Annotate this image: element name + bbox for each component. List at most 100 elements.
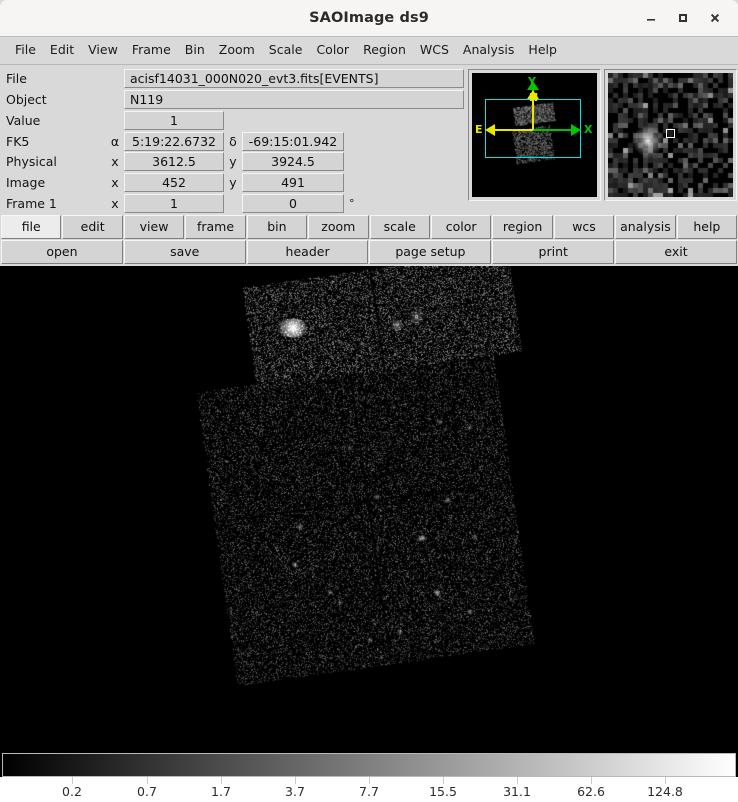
toolbar-button-analysis[interactable]: analysis [615,215,676,239]
info-row-fk5: FK5 α 5:19:22.6732 δ -69:15:01.942 [6,131,466,151]
colorbar-tick-label-1: 0.7 [137,784,157,799]
colorbar-tick-6 [517,777,518,784]
pixel-value[interactable]: 1 [124,110,224,130]
physical-label: Physical [6,154,57,170]
colorbar-area[interactable]: 0.2 0.7 1.7 3.7 7.7 15.5 31.1 62.6 124.8 [0,746,738,802]
wcs-system-label: FK5 [6,133,30,149]
menu-region[interactable]: Region [356,41,413,60]
image-display-area[interactable] [0,266,738,746]
menu-zoom[interactable]: Zoom [212,41,262,60]
toolbar-button-zoom[interactable]: zoom [308,215,369,239]
toolbar-button-scale[interactable]: scale [369,215,430,239]
title-bar: SAOImage ds9 [0,0,738,37]
action-button-exit[interactable]: exit [615,240,737,264]
frame-zoom-value[interactable]: 1 [124,193,224,213]
menu-bar: File Edit View Frame Bin Zoom Scale Colo… [0,37,738,65]
magnifier-panel[interactable] [604,69,737,201]
colorbar-tick-3 [295,777,296,784]
menu-color[interactable]: Color [309,41,356,60]
window-title: SAOImage ds9 [309,10,429,26]
colorbar-tick-label-5: 15.5 [429,784,457,799]
toolbar-button-frame[interactable]: frame [185,215,246,239]
menu-scale[interactable]: Scale [262,41,310,60]
physical-x-symbol: x [111,154,119,170]
toolbar-button-view[interactable]: view [123,215,185,239]
panner-east-line [495,129,533,131]
toolbar-button-color[interactable]: color [430,215,492,239]
alpha-symbol: α [110,133,120,149]
frame-label: Frame 1 [6,195,57,211]
colorbar-tick-2 [221,777,222,784]
toolbar-button-file[interactable]: file [1,215,62,239]
toolbar-categories: file edit view frame bin zoom scale colo… [0,213,738,240]
magnifier-canvas[interactable] [608,73,733,197]
dec-value[interactable]: -69:15:01.942 [242,131,344,151]
menu-wcs[interactable]: WCS [413,41,456,60]
degree-unit: ° [349,196,355,210]
action-button-save[interactable]: save [123,240,246,264]
menu-file[interactable]: File [8,41,43,60]
value-label: Value [6,112,41,128]
menu-edit[interactable]: Edit [43,41,81,60]
menu-bin[interactable]: Bin [178,41,212,60]
colorbar-gradient[interactable] [2,753,736,777]
physical-y-value[interactable]: 3924.5 [242,152,344,172]
panner-panel[interactable]: X Y E N [468,69,601,201]
colorbar-tick-5 [443,777,444,784]
colorbar-ticks [0,777,738,784]
toolbar-button-edit[interactable]: edit [62,215,123,239]
panner-x-label: X [584,123,593,136]
frame-zoom-symbol: x [111,195,119,211]
colorbar-tick-8 [665,777,666,784]
info-row-frame: Frame 1 x 1 0 ° [6,193,466,213]
panner-canvas[interactable]: X Y E N [472,73,597,197]
maximize-button[interactable] [668,5,698,31]
info-fields: File acisf14031_000N020_evt3.fits[EVENTS… [0,69,466,213]
panner-magnifier-group: X Y E N [468,69,737,201]
colorbar-tick-label-2: 1.7 [211,784,231,799]
menu-frame[interactable]: Frame [125,41,178,60]
toolbar-button-region[interactable]: region [492,215,553,239]
frame-angle-value[interactable]: 0 [242,193,344,213]
file-value[interactable]: acisf14031_000N020_evt3.fits[EVENTS] [124,69,464,89]
window-controls [636,5,730,31]
ds9-window: SAOImage ds9 File Edit View Frame Bin Zo… [0,0,738,802]
info-row-value: Value 1 [6,110,466,130]
colorbar-tick-label-4: 7.7 [359,784,379,799]
ra-value[interactable]: 5:19:22.6732 [124,131,224,151]
minimize-button[interactable] [636,5,666,31]
action-button-page-setup[interactable]: page setup [369,240,492,264]
colorbar-labels: 0.2 0.7 1.7 3.7 7.7 15.5 31.1 62.6 124.8 [0,784,738,802]
menu-analysis[interactable]: Analysis [456,41,522,60]
info-panel: File acisf14031_000N020_evt3.fits[EVENTS… [0,65,738,213]
action-button-open[interactable]: open [1,240,123,264]
info-row-physical: Physical x 3612.5 y 3924.5 [6,152,466,172]
toolbar-button-bin[interactable]: bin [246,215,308,239]
close-icon [709,12,721,24]
menu-view[interactable]: View [81,41,125,60]
action-button-header[interactable]: header [246,240,369,264]
action-button-print[interactable]: print [492,240,615,264]
magnifier-cursor-box [666,129,675,138]
colorbar-tick-0 [72,777,73,784]
colorbar-tick-label-3: 3.7 [285,784,305,799]
image-x-value[interactable]: 452 [124,172,224,192]
toolbar-button-wcs[interactable]: wcs [553,215,615,239]
fits-image-canvas[interactable] [0,266,738,738]
colorbar-tick-1 [147,777,148,784]
file-label: File [6,71,27,87]
object-value[interactable]: N119 [124,90,464,110]
menu-help[interactable]: Help [521,41,564,60]
image-y-value[interactable]: 491 [242,172,344,192]
panner-y-label: Y [528,75,536,88]
object-label: Object [6,92,47,108]
delta-symbol: δ [229,133,237,149]
physical-x-value[interactable]: 3612.5 [124,152,224,172]
close-button[interactable] [700,5,730,31]
info-row-object: Object N119 [6,90,466,110]
panner-east-label: E [475,123,483,136]
colorbar-tick-label-0: 0.2 [62,784,82,799]
toolbar-button-help[interactable]: help [676,215,738,239]
image-x-symbol: x [111,174,119,190]
info-row-file: File acisf14031_000N020_evt3.fits[EVENTS… [6,69,466,89]
